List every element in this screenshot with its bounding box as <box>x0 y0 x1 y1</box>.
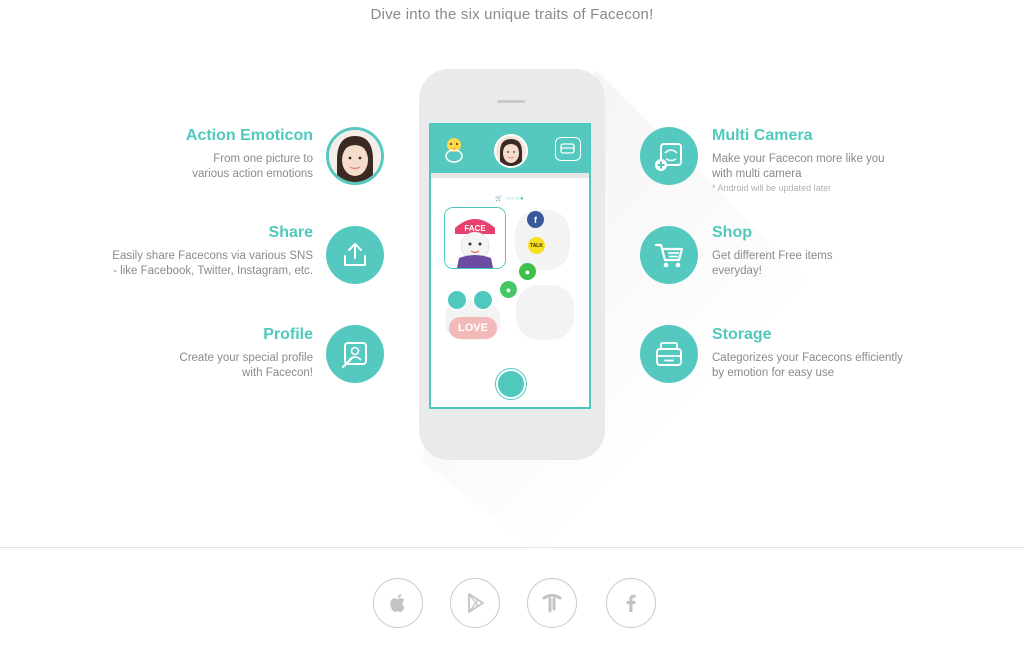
storage-mini-button[interactable] <box>447 290 467 310</box>
multi-camera-icon <box>640 127 698 185</box>
app-store-button[interactable] <box>373 578 423 628</box>
feature-storage: Storage Categorizes your Facecons effici… <box>712 326 952 381</box>
feature-desc-1: From one picture to <box>213 153 313 165</box>
phone-mockup: 🛒 ○○○● FACE f TALK ● ● LOVE <box>419 69 605 460</box>
feature-title: Storage <box>712 326 772 343</box>
profile-center-button[interactable] <box>496 369 526 399</box>
share-mini-button[interactable] <box>473 290 493 310</box>
apple-icon <box>390 594 405 612</box>
feature-desc-1: Get different Free items <box>712 250 833 262</box>
feature-title: Profile <box>263 326 313 343</box>
feature-share: Share Easily share Facecons via various … <box>73 224 313 279</box>
wechat-share-icon[interactable]: ● <box>500 281 517 298</box>
feature-desc-2: with Facecon! <box>242 367 313 379</box>
feature-title: Multi Camera <box>712 127 813 144</box>
love-sticker: LOVE <box>449 317 497 339</box>
feature-title: Shop <box>712 224 752 241</box>
talk-letter: TALK <box>530 242 543 249</box>
app-header <box>431 125 589 173</box>
storage-button[interactable] <box>555 137 581 161</box>
facebook-share-icon[interactable]: f <box>527 211 544 228</box>
feature-multi-camera: Multi Camera Make your Facecon more like… <box>712 127 952 193</box>
feature-title: Share <box>268 224 313 241</box>
facecon-sticker-icon: FACE <box>445 208 505 268</box>
feature-desc-2: with multi camera <box>712 168 802 180</box>
page-dots: 🛒 ○○○● <box>495 196 525 202</box>
app-subbar <box>431 173 589 178</box>
line-share-icon[interactable]: ● <box>519 263 536 280</box>
tstore-button[interactable] <box>527 578 577 628</box>
feature-desc-1: Create your special profile <box>179 352 313 364</box>
google-play-button[interactable] <box>450 578 500 628</box>
sticker-selected[interactable]: FACE <box>444 207 506 269</box>
phone-speaker <box>497 100 525 103</box>
profile-avatar[interactable] <box>494 134 528 168</box>
feature-title: Action Emoticon <box>185 127 313 144</box>
page-tagline: Dive into the six unique traits of Facec… <box>370 6 654 23</box>
phone-screen: 🛒 ○○○● FACE f TALK ● ● LOVE <box>429 123 591 409</box>
face-avatar-icon <box>326 127 384 185</box>
facebook-icon <box>626 594 636 612</box>
google-play-icon <box>468 593 484 613</box>
feature-action-emoticon: Action Emoticon From one picture to vari… <box>73 127 313 182</box>
feature-desc-2: everyday! <box>712 265 762 277</box>
feature-profile: Profile Create your special profile with… <box>73 326 313 381</box>
feature-desc-2: by emotion for easy use <box>712 367 835 379</box>
mascot-icon <box>445 138 463 163</box>
feature-desc-2: various action emotions <box>192 168 313 180</box>
feature-desc-1: Make your Facecon more like you <box>712 153 885 165</box>
feature-desc-2: - like Facebook, Twitter, Instagram, etc… <box>113 265 313 277</box>
sticker-ghost <box>516 285 574 340</box>
feature-note: * Android will be updated later <box>712 183 832 193</box>
footer-divider <box>0 547 1024 548</box>
storage-drawer-icon <box>640 325 698 383</box>
shopping-cart-icon <box>640 226 698 284</box>
facebook-button[interactable] <box>606 578 656 628</box>
kakaotalk-share-icon[interactable]: TALK <box>528 237 545 254</box>
profile-edit-icon <box>326 325 384 383</box>
feature-shop: Shop Get different Free items everyday! <box>712 224 952 279</box>
tstore-icon <box>542 594 562 613</box>
svg-text:FACE: FACE <box>464 224 486 233</box>
storage-mini-icon <box>560 143 575 154</box>
feature-desc-1: Easily share Facecons via various SNS <box>112 250 313 262</box>
share-upload-icon <box>326 226 384 284</box>
feature-desc-1: Categorizes your Facecons efficiently <box>712 352 903 364</box>
facebook-letter: f <box>534 214 537 225</box>
